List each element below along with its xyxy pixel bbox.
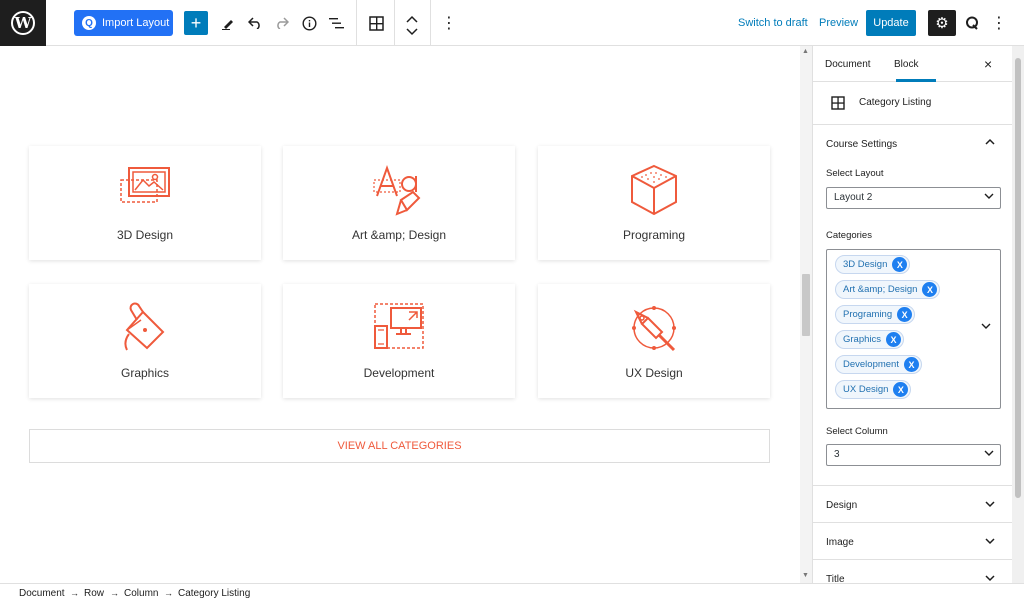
chevron-down-icon[interactable] [985,574,995,583]
category-card-ux-design[interactable]: UX Design [538,284,770,398]
select-column-value: 3 [834,449,840,460]
chip-label: Graphics [843,334,882,345]
category-card-development[interactable]: Development [283,284,515,398]
tab-block[interactable]: Block [894,59,918,70]
chip-remove-button[interactable]: X [893,382,909,397]
panel-title[interactable]: Title [826,574,845,583]
category-card-graphics[interactable]: Graphics [29,284,261,398]
cube-icon [631,164,677,216]
undo-icon[interactable] [243,11,267,35]
course-settings-title[interactable]: Course Settings [826,139,897,150]
typography-pen-icon [373,165,421,216]
qubely-q-icon[interactable] [960,11,984,35]
category-label: Programing [622,228,686,242]
select-layout-value: Layout 2 [834,192,873,203]
more-options-icon[interactable]: ⋮ [437,11,461,35]
settings-sidebar: Document Block × Category Listing Course… [812,46,1012,583]
breadcrumb-column[interactable]: Column [124,588,158,599]
panel-design[interactable]: Design [826,500,857,511]
import-layout-button[interactable]: Q Import Layout [74,10,173,36]
chip-label: Development [843,359,899,370]
canvas-scrollbar[interactable]: ▲ ▼ [800,46,812,583]
category-chip: UX Design X [835,380,912,399]
breadcrumb-separator: → [164,588,173,598]
panel-image[interactable]: Image [826,537,854,548]
wordpress-logo-icon[interactable]: W [0,0,46,46]
chip-remove-button[interactable]: X [903,357,919,372]
chip-remove-button[interactable]: X [886,332,902,347]
redo-icon[interactable] [270,11,294,35]
preview-link[interactable]: Preview [819,17,858,29]
breadcrumb-row[interactable]: Row [84,588,104,599]
chip-remove-button[interactable]: X [922,282,938,297]
grid-block-icon[interactable] [364,11,388,35]
sidebar-tabs: Document Block × [813,46,1012,82]
chip-label: Programing [843,309,893,320]
switch-to-draft-link[interactable]: Switch to draft [738,17,808,29]
category-label: Art &amp; Design [351,228,447,242]
breadcrumb-category-listing[interactable]: Category Listing [178,588,250,599]
category-chip: Development X [835,355,922,374]
chip-remove-button[interactable]: X [892,257,908,272]
paint-bucket-icon [124,302,165,351]
chevron-up-icon[interactable] [985,138,995,149]
chip-label: 3D Design [843,259,888,270]
move-down-icon[interactable] [400,20,424,44]
category-label: Development [363,366,435,380]
settings-gear-icon[interactable]: ⚙ [928,10,956,36]
category-label: Graphics [120,366,170,380]
info-icon[interactable] [297,11,321,35]
category-chip: Graphics X [835,330,905,349]
chevron-down-icon [984,449,994,460]
select-column-dropdown[interactable]: 3 [826,444,1001,466]
category-chip: Art &amp; Design X [835,280,941,299]
pen-tool-icon [632,306,676,352]
chevron-down-icon[interactable] [985,500,995,511]
editor-canvas: 3D Design Art &amp; Design Programing Gr… [0,46,800,583]
category-label: UX Design [625,366,683,380]
sidebar-scrollbar[interactable] [1012,46,1024,583]
tab-document[interactable]: Document [825,59,871,70]
qubely-icon: Q [82,16,96,30]
category-chip: Programing X [835,305,916,324]
responsive-devices-icon [374,303,424,349]
breadcrumb-separator: → [70,588,79,598]
block-card: Category Listing [813,82,1012,125]
editor-toolbar: W Q Import Layout + ⋮ Switch to draft Pr… [0,0,1024,46]
categories-label: Categories [826,230,872,241]
chevron-down-icon[interactable] [981,322,991,333]
more-menu-icon[interactable]: ⋮ [987,11,1011,35]
breadcrumb: Document → Row → Column → Category Listi… [0,583,1024,601]
category-card-3d-design[interactable]: 3D Design [29,146,261,260]
select-column-label: Select Column [826,426,888,437]
view-all-categories-button[interactable]: VIEW ALL CATEGORIES [29,429,770,463]
category-chip: 3D Design X [835,255,911,274]
chevron-down-icon[interactable] [985,537,995,548]
close-icon[interactable]: × [984,56,992,72]
category-card-programing[interactable]: Programing [538,146,770,260]
chip-label: UX Design [843,384,889,395]
add-block-button[interactable]: + [184,11,208,35]
breadcrumb-document[interactable]: Document [19,588,65,599]
categories-multiselect[interactable]: 3D Design X Art &amp; Design X Programin… [826,249,1001,409]
import-layout-label: Import Layout [102,17,170,29]
canvas-scrollbar-thumb[interactable] [802,274,810,336]
chip-label: Art &amp; Design [843,284,918,295]
sidebar-scrollbar-thumb[interactable] [1015,58,1021,498]
picture-frame-icon [120,167,170,203]
edit-pencil-icon[interactable] [216,11,240,35]
grid-block-icon [831,96,845,110]
category-label: 3D Design [116,228,174,242]
breadcrumb-separator: → [110,588,119,598]
chip-remove-button[interactable]: X [897,307,913,322]
list-view-icon[interactable] [324,11,348,35]
category-card-art-design[interactable]: Art &amp; Design [283,146,515,260]
block-name: Category Listing [859,97,932,108]
select-layout-dropdown[interactable]: Layout 2 [826,187,1001,209]
chevron-down-icon [984,192,994,203]
update-button[interactable]: Update [866,10,916,36]
select-layout-label: Select Layout [826,168,884,179]
